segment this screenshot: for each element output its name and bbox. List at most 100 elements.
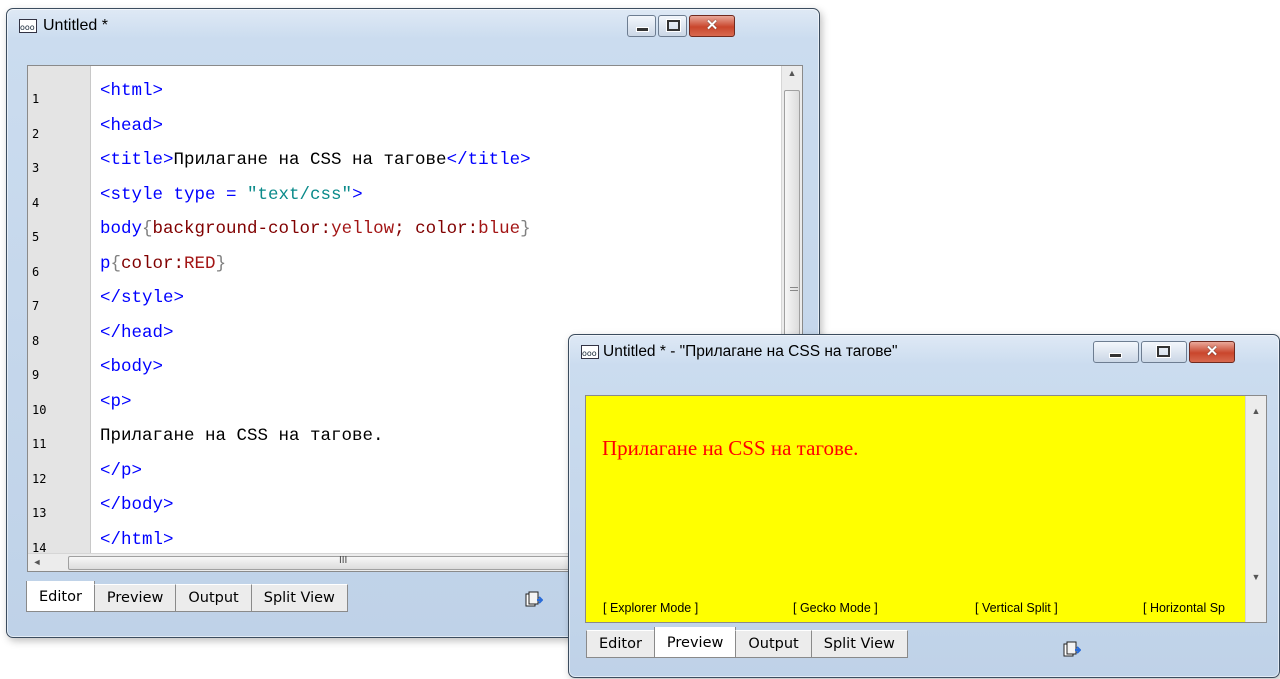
- code-line[interactable]: <head>: [100, 115, 163, 137]
- render-mode-bar: [ Explorer Mode ] [ Gecko Mode ] [ Vertica…: [603, 601, 1273, 619]
- code-line[interactable]: <style type = "text/css">: [100, 184, 363, 206]
- app-window-icon: ооо: [581, 345, 599, 359]
- line-number: 3: [32, 161, 40, 175]
- grip-icon: [790, 287, 798, 291]
- code-token: <p>: [100, 391, 132, 412]
- code-token: body: [100, 219, 143, 239]
- close-button[interactable]: ✕: [1189, 341, 1235, 363]
- minimize-icon: [1109, 353, 1122, 358]
- code-token: {: [110, 253, 122, 274]
- code-line[interactable]: </style>: [100, 287, 184, 309]
- render-mode-option[interactable]: [ Vertical Split ]: [975, 601, 1058, 615]
- code-token: </html>: [100, 529, 174, 550]
- close-icon: ✕: [705, 17, 719, 34]
- code-token: type: [173, 184, 216, 205]
- code-token: {: [142, 219, 153, 239]
- code-token: p: [100, 253, 111, 274]
- line-number: 8: [32, 333, 40, 348]
- line-number: 4: [32, 195, 40, 210]
- tab-editor[interactable]: Editor: [586, 630, 655, 658]
- code-line[interactable]: p{color:RED}: [100, 253, 226, 275]
- line-number: 5: [32, 230, 40, 244]
- code-token: <title>: [100, 150, 174, 170]
- preview-paragraph: Прилагане на CSS на тагове.: [602, 436, 859, 460]
- code-line[interactable]: </body>: [100, 494, 174, 516]
- tab-preview[interactable]: Preview: [93, 584, 177, 612]
- code-token: </body>: [100, 495, 174, 515]
- code-token: ;: [394, 219, 416, 239]
- render-mode-option[interactable]: [ Explorer Mode ]: [603, 601, 698, 615]
- line-number: 2: [32, 126, 40, 141]
- horizontal-scroll-thumb[interactable]: III: [68, 555, 570, 570]
- preview-vertical-scrollbar[interactable]: ▲ ▼: [1245, 396, 1266, 622]
- line-number: 12: [32, 471, 47, 486]
- code-token: blue: [478, 219, 521, 239]
- maximize-button[interactable]: [658, 15, 687, 37]
- code-token: <body>: [100, 357, 164, 377]
- code-token: color:: [121, 253, 185, 274]
- minimize-button[interactable]: [1093, 341, 1139, 363]
- line-number: 9: [32, 368, 40, 382]
- tab-editor[interactable]: Editor: [26, 581, 95, 612]
- preview-pane[interactable]: Прилагане на CSS на тагове. ▲ ▼: [585, 395, 1267, 623]
- code-line[interactable]: </p>: [100, 460, 142, 482]
- tab-split-view[interactable]: Split View: [250, 584, 348, 612]
- code-token: <head>: [100, 115, 164, 136]
- preview-titlebar[interactable]: ооо Untitled * - "Прилагане на CSS на та…: [569, 335, 1279, 369]
- code-token: </style>: [100, 288, 185, 308]
- svg-text:ооо: ооо: [582, 349, 597, 358]
- editor-caption-buttons: ✕: [625, 15, 735, 37]
- code-token: "text/css": [247, 184, 353, 205]
- scroll-up-icon[interactable]: ▲: [1246, 406, 1266, 416]
- copy-export-icon[interactable]: [1063, 641, 1081, 659]
- code-line[interactable]: </head>: [100, 322, 174, 344]
- hscroll-grip: III: [339, 555, 348, 566]
- close-button[interactable]: ✕: [689, 15, 735, 37]
- code-token: >: [352, 184, 363, 205]
- maximize-button[interactable]: [1141, 341, 1187, 363]
- copy-export-icon[interactable]: [525, 591, 543, 609]
- maximize-icon: [1156, 345, 1171, 358]
- app-window-icon: ооо: [19, 19, 37, 33]
- render-mode-option[interactable]: [ Gecko Mode ]: [793, 601, 878, 615]
- maximize-icon: [666, 19, 681, 32]
- code-line[interactable]: <title>Прилагане на CSS на тагове</title…: [100, 149, 531, 171]
- code-token: }: [215, 253, 227, 274]
- tab-output[interactable]: Output: [175, 584, 252, 612]
- code-token: background-color:: [152, 219, 332, 239]
- code-token: RED: [184, 253, 216, 274]
- preview-window[interactable]: ооо Untitled * - "Прилагане на CSS на та…: [568, 334, 1280, 678]
- close-icon: ✕: [1205, 343, 1219, 360]
- code-token: color:: [415, 219, 479, 239]
- editor-titlebar[interactable]: ооо Untitled * ✕: [7, 9, 819, 43]
- minimize-button[interactable]: [627, 15, 656, 37]
- preview-tab-strip: Editor Preview Output Split View: [586, 627, 908, 658]
- code-token: </head>: [100, 322, 174, 343]
- code-line[interactable]: Прилагане на CSS на тагове.: [100, 425, 384, 447]
- render-mode-option[interactable]: [ Horizontal Sp: [1143, 601, 1225, 615]
- code-line[interactable]: body{background-color:yellow; color:blue…: [100, 218, 531, 240]
- svg-text:ооо: ооо: [20, 23, 35, 32]
- line-number: 10: [32, 402, 47, 417]
- scroll-up-icon[interactable]: ▲: [782, 68, 802, 78]
- code-line[interactable]: <body>: [100, 356, 163, 378]
- line-number: 6: [32, 264, 40, 279]
- code-token: <style: [100, 184, 174, 205]
- line-number: 7: [32, 299, 40, 313]
- tab-output[interactable]: Output: [735, 630, 812, 658]
- code-line[interactable]: </html>: [100, 529, 174, 551]
- tab-preview[interactable]: Preview: [653, 627, 737, 658]
- code-line[interactable]: <html>: [100, 80, 163, 102]
- code-token: Прилагане на CSS на тагове: [173, 150, 447, 170]
- line-number: 11: [32, 437, 47, 451]
- code-token: Прилагане на CSS на тагове.: [100, 426, 384, 446]
- tab-split-view[interactable]: Split View: [810, 630, 908, 658]
- scroll-left-icon[interactable]: ◄: [30, 557, 44, 567]
- scroll-down-icon[interactable]: ▼: [1246, 572, 1266, 582]
- code-token: <html>: [100, 81, 164, 101]
- code-line[interactable]: <p>: [100, 391, 132, 413]
- line-number: 13: [32, 506, 47, 520]
- code-token: =: [215, 184, 248, 205]
- editor-tab-strip: Editor Preview Output Split View: [26, 581, 348, 612]
- preview-window-title: Untitled * - "Прилагане на CSS на тагове…: [603, 343, 898, 360]
